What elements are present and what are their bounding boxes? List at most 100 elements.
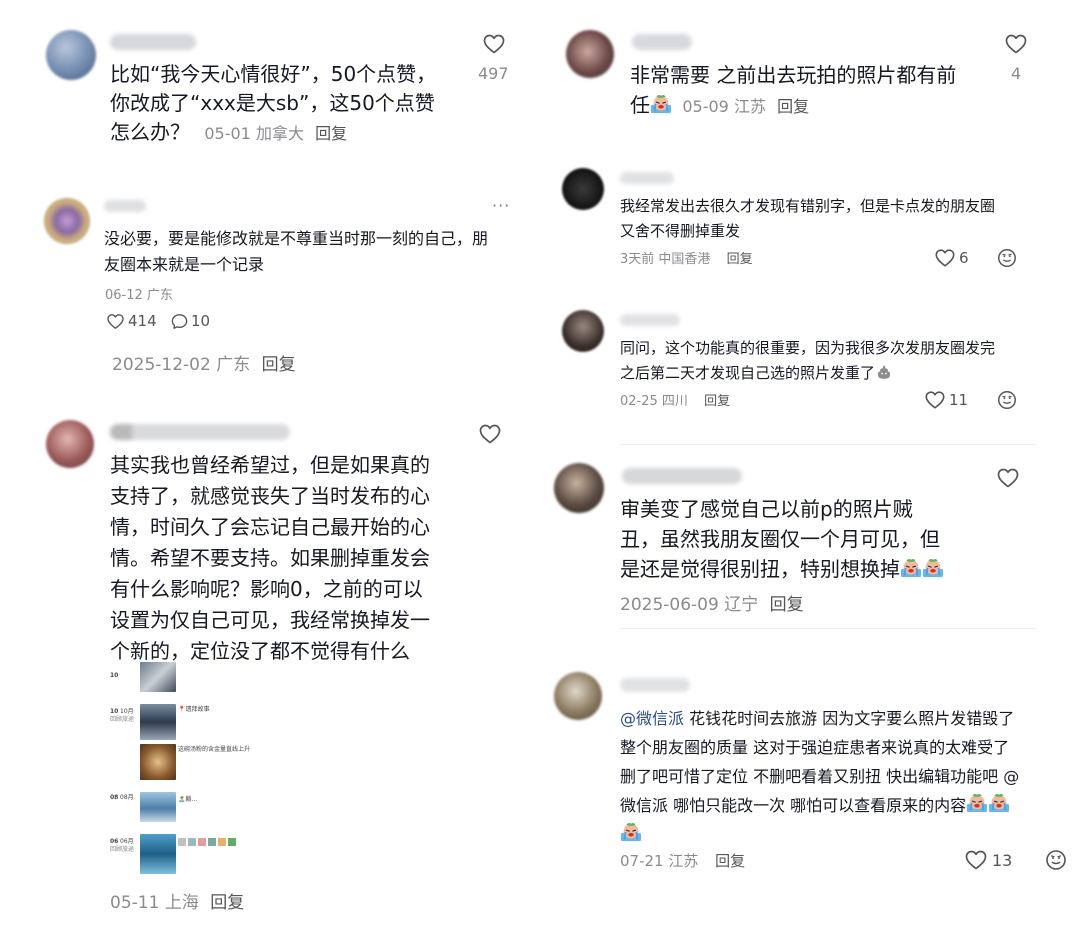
- footer-location: 广东: [216, 355, 251, 375]
- comment-footer: 2025-12-02 广东 回复: [112, 350, 296, 375]
- divider: [620, 628, 1036, 629]
- photo-thumbnail: [140, 662, 176, 692]
- day-label: 10: [110, 708, 119, 715]
- blurred-username[interactable]: [104, 200, 146, 212]
- avatar[interactable]: [46, 30, 96, 80]
- avatar[interactable]: [554, 672, 602, 720]
- comment-location: 加拿大: [255, 124, 304, 143]
- comment-text: 审美变了感觉自己以前p的照片贼 丑，虽然我朋友圈仅一个月可见，但 是还是觉得很别…: [620, 494, 1000, 584]
- heart-icon[interactable]: [996, 466, 1020, 490]
- reply-button[interactable]: 回复: [704, 394, 730, 409]
- blurred-username[interactable]: [620, 172, 674, 184]
- comment-text: 比如“我今天心情很好”，50个点赞， 你改成了“xxx是大sb”，这50个点赞 …: [110, 62, 437, 144]
- comment-date: 05-09: [682, 97, 729, 116]
- avatar[interactable]: [566, 30, 614, 78]
- smile-icon[interactable]: [1044, 848, 1068, 872]
- comment-meta: 07-21 江苏 回复: [620, 850, 745, 871]
- footer-date: 2025-12-02: [112, 355, 211, 375]
- like-count: 414: [128, 312, 157, 330]
- comment-count: 10: [191, 312, 211, 330]
- comment-date: 07-21: [620, 852, 664, 870]
- comment-location: 江苏: [733, 97, 766, 116]
- crying-emoji: [650, 93, 672, 115]
- photo-thumbnail: [140, 792, 176, 822]
- avatar[interactable]: [44, 198, 90, 244]
- heart-icon[interactable]: [482, 32, 506, 56]
- comment-location: 上海: [164, 893, 199, 913]
- comment-location: 辽宁: [724, 595, 759, 615]
- reply-button[interactable]: 回复: [210, 893, 244, 913]
- comment-text: @微信派 花钱花时间去旅游 因为文字要么照片发错毁了 整个朋友圈的质量 这对于强…: [620, 704, 1065, 849]
- photo-thumbnail: [140, 744, 176, 780]
- like-count: 13: [992, 851, 1013, 870]
- comment-date: 06-12 广东: [105, 288, 173, 303]
- like-count: 6: [959, 249, 969, 267]
- photo-thumbnail: [140, 834, 176, 874]
- comment-date: 02-25: [620, 394, 658, 409]
- like-count: 4: [1011, 64, 1022, 83]
- more-icon[interactable]: ···: [492, 196, 510, 215]
- comment-meta: 3天前 中国香港 回复: [620, 248, 753, 267]
- crying-emoji: [988, 792, 1010, 814]
- crying-emoji: [966, 792, 988, 814]
- day-label: 08: [110, 794, 119, 801]
- month-label: 08月: [120, 794, 134, 801]
- avatar[interactable]: [554, 463, 604, 513]
- attached-screenshot[interactable]: 10 10 10月 回顾旅途 📍遗拜故事 这碗汤粉的含金量直线上升 08 08月…: [110, 662, 270, 880]
- reply-button[interactable]: 回复: [727, 252, 753, 267]
- day-label: 06: [110, 838, 119, 845]
- crying-emoji: [900, 557, 922, 579]
- like-count: 11: [949, 391, 969, 409]
- like-count: 497: [478, 64, 509, 83]
- heart-icon[interactable]: [478, 422, 502, 446]
- comment-text: 非常需要 之前出去玩拍的照片都有前 任 05-09 江苏 回复: [630, 63, 957, 117]
- heart-icon[interactable]: [934, 247, 956, 269]
- day-label: 10: [110, 672, 119, 679]
- comment-date: 3天前: [620, 252, 655, 267]
- blurred-username[interactable]: [622, 468, 742, 484]
- comment-text: 其实我也曾经希望过，但是如果真的 支持了，就感觉丧失了当时发布的心 情，时间久了…: [110, 453, 430, 663]
- avatar[interactable]: [562, 168, 604, 210]
- avatar[interactable]: [562, 310, 604, 352]
- blurred-username[interactable]: [110, 424, 290, 440]
- heart-icon[interactable]: [964, 848, 988, 872]
- right-comment-column: 非常需要 之前出去玩拍的照片都有前 任 05-09 江苏 回复 4 我经常发出去…: [540, 0, 1080, 946]
- heart-icon[interactable]: [924, 389, 946, 411]
- blurred-username[interactable]: [110, 34, 196, 50]
- blurred-username[interactable]: [620, 678, 690, 692]
- post-caption: 这碗汤粉的含金量直线上升: [178, 746, 251, 753]
- reply-button[interactable]: 回复: [262, 355, 296, 375]
- left-comment-column: 比如“我今天心情很好”，50个点赞， 你改成了“xxx是大sb”，这50个点赞 …: [0, 0, 540, 946]
- photo-thumbnail: [140, 704, 176, 740]
- post-caption: 🏝️躺...: [178, 796, 198, 803]
- comment-icon[interactable]: [170, 312, 189, 331]
- emoji-strip: [178, 838, 268, 846]
- sub-label: 回顾旅途: [110, 716, 135, 723]
- comment-footer: 2025-06-09 辽宁 回复: [620, 590, 804, 615]
- mention-link[interactable]: @微信派: [620, 709, 684, 728]
- avatar[interactable]: [46, 420, 94, 468]
- comment-location: 中国香港: [658, 252, 711, 267]
- reply-button[interactable]: 回复: [715, 852, 745, 870]
- crying-emoji: [922, 557, 944, 579]
- crying-emoji: [620, 821, 642, 843]
- sub-label: 回顾旅途: [110, 846, 135, 853]
- reply-button[interactable]: 回复: [770, 595, 804, 615]
- comment-location: 四川: [661, 394, 688, 409]
- post-caption: 📍遗拜故事: [178, 706, 210, 713]
- comment-text: 没必要，要是能修改就是不尊重当时那一刻的自己，朋 友圈本来就是一个记录: [104, 229, 489, 274]
- comment-date: 05-01: [204, 124, 251, 143]
- reply-button[interactable]: 回复: [315, 124, 347, 143]
- comment-footer: 05-11 上海 回复: [110, 888, 244, 913]
- comment-date: 2025-06-09: [620, 595, 719, 615]
- heart-icon[interactable]: [1004, 32, 1028, 56]
- blurred-username[interactable]: [620, 314, 680, 326]
- reply-button[interactable]: 回复: [777, 97, 809, 116]
- smile-icon[interactable]: [996, 389, 1018, 411]
- heart-icon[interactable]: [106, 312, 125, 331]
- smile-icon[interactable]: [996, 247, 1018, 269]
- divider: [620, 444, 1036, 445]
- blurred-username[interactable]: [632, 34, 692, 50]
- comment-text: 我经常发出去很久才发现有错别字，但是卡点发的朋友圈 又舍不得删掉重发: [620, 197, 996, 240]
- poop-emoji: [875, 363, 893, 381]
